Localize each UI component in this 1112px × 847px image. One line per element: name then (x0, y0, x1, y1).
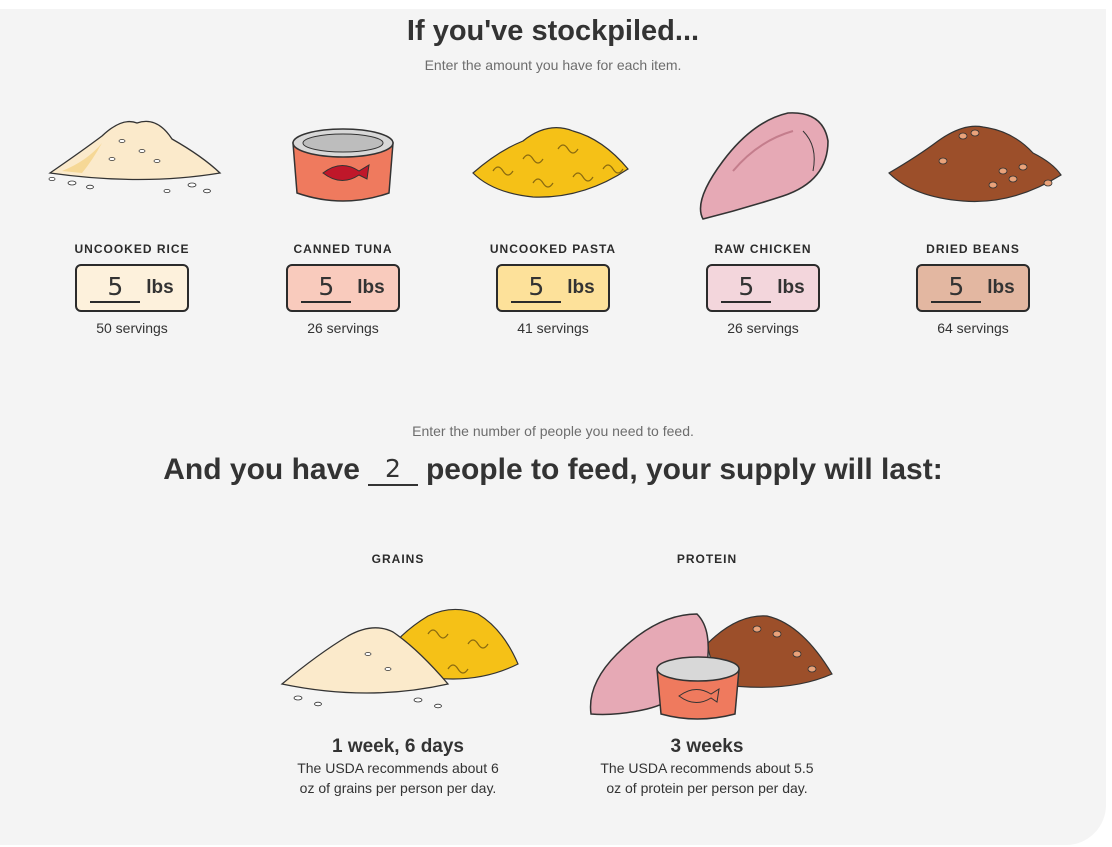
amount-input[interactable]: 5 (721, 273, 772, 303)
unit-label: lbs (987, 277, 1015, 298)
unit-label: lbs (567, 277, 595, 298)
unit-label: lbs (357, 277, 385, 298)
item-label: UNCOOKED RICE (74, 242, 190, 256)
page-title: If you've stockpiled... (406, 15, 700, 47)
people-hint: Enter the number of people you need to f… (412, 423, 694, 439)
tuna-can-icon (292, 128, 394, 202)
protein-pile-icon (589, 613, 833, 720)
grains-duration: 1 week, 6 days (331, 736, 465, 757)
people-sentence: And you have 2 people to feed, your supp… (0, 453, 1106, 487)
servings-count: 26 servings (307, 320, 379, 336)
grains-note: The USDA recommends about 6 oz of grains… (297, 760, 499, 796)
page-subtitle: Enter the amount you have for each item. (424, 57, 682, 73)
amount-input[interactable]: 5 (511, 273, 562, 303)
item-label: CANNED TUNA (293, 242, 393, 256)
chicken-amount-field[interactable]: 5 lbs (706, 264, 820, 312)
pasta-pile-icon (472, 127, 629, 198)
servings-count: 50 servings (96, 320, 168, 336)
result-label: PROTEIN (676, 552, 738, 566)
rice-amount-field[interactable]: 5 lbs (75, 264, 189, 312)
item-chicken: RAW CHICKEN 5 lbs 26 servings (673, 101, 853, 336)
people-count-input[interactable]: 2 (367, 454, 418, 486)
result-grains: GRAINS 1 week, 6 days The USDA recommend… (278, 552, 519, 798)
grains-pile-icon (280, 608, 519, 709)
amount-input[interactable]: 5 (301, 273, 352, 303)
tuna-amount-field[interactable]: 5 lbs (286, 264, 400, 312)
unit-label: lbs (777, 277, 805, 298)
item-tuna: CANNED TUNA 5 lbs 26 servings (253, 101, 433, 336)
people-prefix: And you have (163, 453, 360, 486)
servings-count: 26 servings (727, 320, 799, 336)
chicken-breast-icon (699, 112, 829, 220)
item-rice: UNCOOKED RICE 5 lbs 50 servings (42, 101, 222, 336)
people-suffix: people to feed, your supply will last: (425, 453, 943, 486)
protein-duration: 3 weeks (670, 736, 744, 757)
result-label: GRAINS (371, 552, 425, 566)
amount-input[interactable]: 5 (90, 273, 141, 303)
servings-count: 64 servings (937, 320, 1009, 336)
unit-label: lbs (146, 277, 174, 298)
item-label: RAW CHICKEN (714, 242, 812, 256)
calculator-panel: If you've stockpiled... Enter the amount… (0, 9, 1106, 845)
item-label: DRIED BEANS (926, 242, 1020, 256)
servings-count: 41 servings (517, 320, 589, 336)
beans-pile-icon (888, 125, 1062, 203)
item-label: UNCOOKED PASTA (489, 242, 617, 256)
item-beans: DRIED BEANS 5 lbs 64 servings (883, 101, 1063, 336)
protein-note: The USDA recommends about 5.5 oz of prot… (600, 760, 814, 796)
amount-input[interactable]: 5 (931, 273, 982, 303)
beans-amount-field[interactable]: 5 lbs (916, 264, 1030, 312)
pasta-amount-field[interactable]: 5 lbs (496, 264, 610, 312)
rice-pile-icon (48, 120, 222, 194)
result-protein: PROTEIN 3 weeks The USDA recommends abou… (587, 552, 833, 798)
item-pasta: UNCOOKED PASTA 5 lbs 41 servings (463, 101, 643, 336)
